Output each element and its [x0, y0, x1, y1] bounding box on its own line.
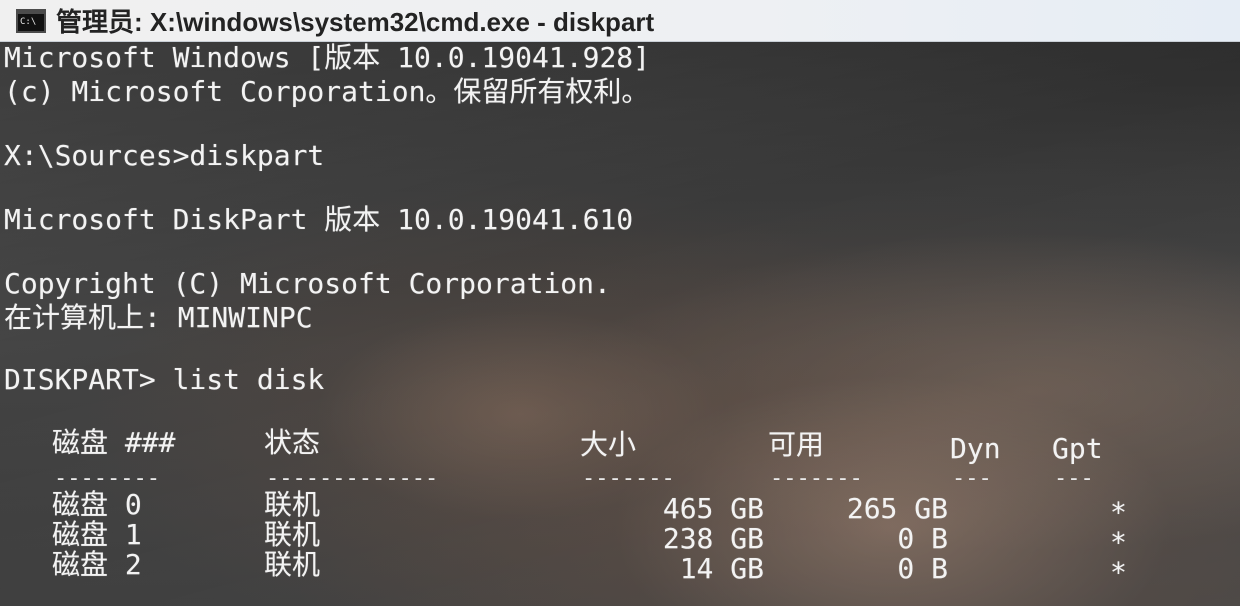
console-line: 在计算机上: MINWINPC — [4, 301, 313, 334]
cmd-window: C:\ 管理员: X:\windows\system32\cmd.exe - d… — [0, 0, 1240, 606]
console-line: X:\Sources>diskpart — [4, 139, 325, 172]
table-separator: ------- — [770, 466, 863, 491]
table-header-gpt: Gpt — [1052, 432, 1103, 465]
disk-gpt-flag: * — [1110, 556, 1127, 589]
disk-free: 0 B — [897, 522, 948, 555]
disk-free: 265 GB — [846, 492, 948, 525]
table-header-free: 可用 — [768, 428, 825, 461]
table-separator: ------- — [582, 466, 675, 491]
table-header-status: 状态 — [264, 426, 321, 459]
console-line: DISKPART> list disk — [4, 363, 325, 396]
window-title: 管理员: X:\windows\system32\cmd.exe - diskp… — [56, 7, 655, 37]
console-line: Microsoft DiskPart 版本 10.0.19041.610 — [4, 203, 634, 236]
disk-name: 磁盘 0 — [52, 488, 142, 521]
disk-name: 磁盘 2 — [52, 548, 142, 581]
console-line: Microsoft Windows [版本 10.0.19041.928] — [4, 42, 651, 74]
table-separator: --- — [952, 466, 992, 491]
disk-name: 磁盘 1 — [52, 518, 142, 551]
cmd-icon: C:\ — [16, 8, 46, 33]
disk-gpt-flag: * — [1110, 496, 1127, 529]
disk-free: 0 B — [897, 552, 948, 585]
disk-size: 14 GB — [679, 552, 764, 585]
disk-size: 238 GB — [662, 522, 764, 555]
table-separator: --- — [1054, 466, 1094, 491]
console-line: (c) Microsoft Corporation。保留所有权利。 — [4, 75, 650, 108]
console-line: Copyright (C) Microsoft Corporation. — [4, 267, 611, 300]
disk-gpt-flag: * — [1110, 526, 1127, 559]
disk-status: 联机 — [264, 518, 321, 551]
table-separator: ------------- — [266, 466, 439, 491]
table-header-size: 大小 — [580, 428, 637, 461]
window-titlebar[interactable]: C:\ 管理员: X:\windows\system32\cmd.exe - d… — [0, 0, 1240, 42]
disk-status: 联机 — [264, 488, 321, 521]
table-header-dyn: Dyn — [950, 432, 1001, 465]
console-output[interactable]: Microsoft Windows [版本 10.0.19041.928] (c… — [0, 42, 1240, 606]
disk-size: 465 GB — [662, 492, 764, 525]
table-header-disk: 磁盘 ### — [52, 426, 176, 459]
table-separator: -------- — [54, 466, 160, 491]
disk-status: 联机 — [264, 548, 321, 581]
